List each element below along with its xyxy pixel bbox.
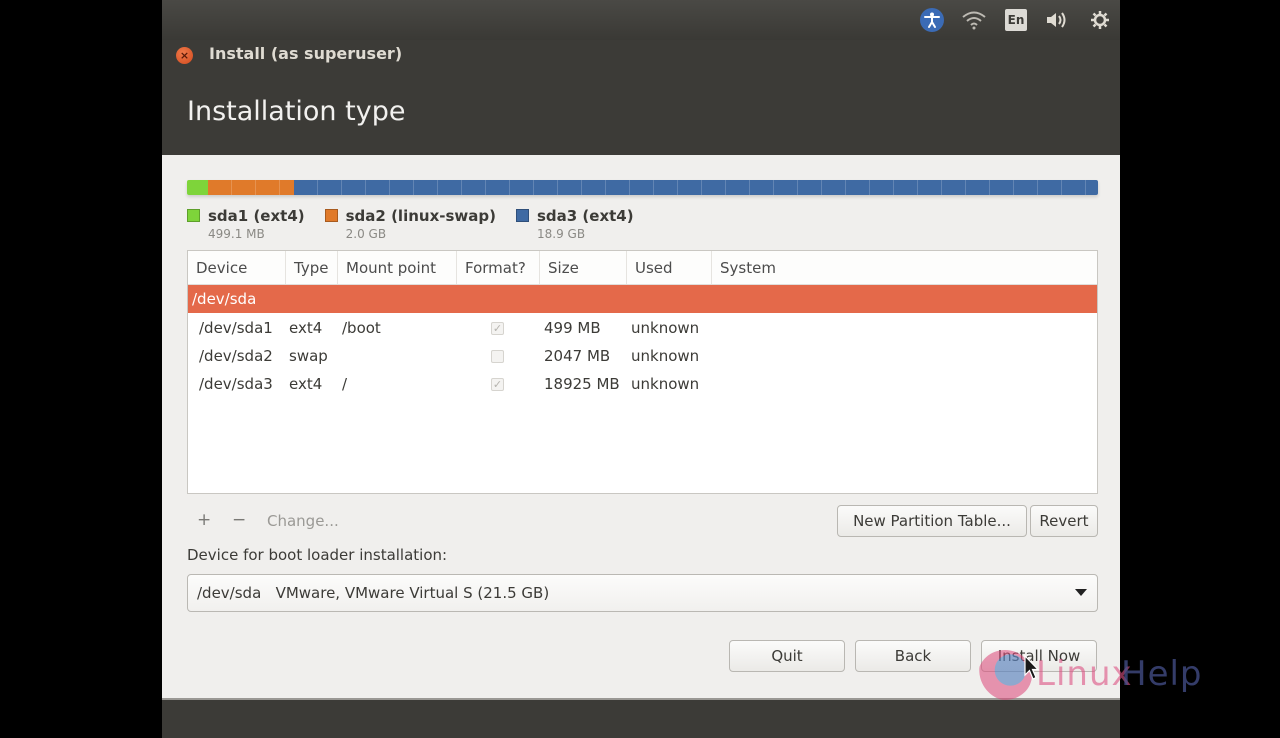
legend-swatch bbox=[324, 209, 338, 222]
legend-label: sda2 (linux-swap) bbox=[345, 207, 496, 225]
window-titlebar: × Install (as superuser) bbox=[162, 40, 1120, 70]
used-cell: unknown bbox=[631, 319, 700, 337]
window-bottom-strip bbox=[162, 698, 1120, 738]
page-title: Installation type bbox=[187, 96, 406, 127]
keyboard-layout-indicator[interactable]: En bbox=[1005, 9, 1027, 31]
partition-bar bbox=[187, 180, 1098, 195]
wifi-icon[interactable] bbox=[960, 8, 988, 32]
legend-swatch bbox=[187, 209, 200, 222]
device-cell: /dev/sda bbox=[192, 290, 257, 308]
type-cell: swap bbox=[289, 347, 328, 365]
column-header-mount-point[interactable]: Mount point bbox=[338, 251, 457, 284]
partition-legend: sda1 (ext4) 499.1 MB sda2 (linux-swap) 2… bbox=[187, 207, 654, 241]
add-partition-button[interactable]: + bbox=[197, 510, 211, 530]
legend-label: sda3 (ext4) bbox=[536, 207, 634, 225]
partition-segment-sda1 bbox=[187, 180, 208, 195]
table-row[interactable]: /dev/sda2 swap 2047 MB unknown bbox=[188, 342, 1097, 370]
legend-item: sda3 (ext4) 18.9 GB bbox=[515, 207, 634, 241]
close-icon[interactable]: × bbox=[176, 47, 193, 64]
legend-size: 499.1 MB bbox=[208, 227, 265, 241]
legend-swatch bbox=[515, 209, 529, 222]
table-row-disk[interactable]: /dev/sda bbox=[188, 285, 1097, 313]
bootloader-label: Device for boot loader installation: bbox=[187, 546, 448, 564]
partition-table[interactable]: Device Type Mount point Format? Size Use… bbox=[187, 250, 1098, 494]
partition-segment-sda2 bbox=[207, 180, 295, 195]
system-cell bbox=[712, 370, 1097, 398]
column-header-type[interactable]: Type bbox=[286, 251, 338, 284]
type-cell: ext4 bbox=[289, 319, 323, 337]
size-cell: 2047 MB bbox=[544, 347, 611, 365]
legend-item: sda1 (ext4) 499.1 MB bbox=[187, 207, 305, 241]
dropdown-arrow-icon bbox=[1075, 589, 1087, 596]
column-header-system[interactable]: System bbox=[712, 251, 1097, 284]
bootloader-device-select[interactable]: /dev/sda VMware, VMware Virtual S (21.5 … bbox=[187, 574, 1098, 612]
installer-content: sda1 (ext4) 499.1 MB sda2 (linux-swap) 2… bbox=[162, 155, 1120, 698]
accessibility-icon[interactable] bbox=[920, 8, 944, 32]
legend-size: 18.9 GB bbox=[536, 227, 586, 241]
top-panel: En bbox=[162, 0, 1120, 40]
remove-partition-button[interactable]: − bbox=[232, 510, 246, 530]
mount-cell bbox=[338, 342, 457, 370]
change-partition-button[interactable]: Change... bbox=[267, 512, 339, 530]
partition-toolbar: + − Change... New Partition Table... Rev… bbox=[187, 505, 1098, 537]
mount-cell: /boot bbox=[342, 319, 381, 337]
revert-button[interactable]: Revert bbox=[1030, 505, 1098, 537]
window-title: Install (as superuser) bbox=[209, 44, 403, 63]
legend-label: sda1 (ext4) bbox=[208, 207, 305, 225]
system-cell bbox=[712, 342, 1097, 370]
table-row[interactable]: /dev/sda3 ext4 / ✓ 18925 MB unknown bbox=[188, 370, 1097, 398]
type-cell: ext4 bbox=[289, 375, 323, 393]
size-cell: 18925 MB bbox=[544, 375, 620, 393]
used-cell: unknown bbox=[631, 375, 700, 393]
desktop-screen: En × Install (as superuser) Installation… bbox=[162, 0, 1120, 738]
device-cell: /dev/sda2 bbox=[199, 347, 273, 365]
used-cell: unknown bbox=[631, 347, 700, 365]
table-header: Device Type Mount point Format? Size Use… bbox=[188, 251, 1097, 285]
gear-icon[interactable] bbox=[1088, 8, 1112, 32]
quit-button[interactable]: Quit bbox=[729, 640, 845, 672]
size-cell: 499 MB bbox=[544, 319, 601, 337]
partition-segment-sda3 bbox=[294, 180, 1098, 195]
format-checkbox[interactable]: ✓ bbox=[491, 322, 504, 335]
column-header-format[interactable]: Format? bbox=[457, 251, 540, 284]
mount-cell: / bbox=[342, 375, 348, 393]
column-header-size[interactable]: Size bbox=[540, 251, 627, 284]
format-checkbox[interactable]: ✓ bbox=[491, 378, 504, 391]
bootloader-selected-value: /dev/sda VMware, VMware Virtual S (21.5 … bbox=[197, 584, 550, 602]
system-cell bbox=[712, 314, 1097, 342]
column-header-device[interactable]: Device bbox=[188, 251, 286, 284]
format-checkbox[interactable] bbox=[491, 350, 504, 363]
page-header: Installation type bbox=[162, 70, 1120, 155]
column-header-used[interactable]: Used bbox=[627, 251, 712, 284]
new-partition-table-button[interactable]: New Partition Table... bbox=[837, 505, 1027, 537]
table-row[interactable]: /dev/sda1 ext4 /boot ✓ 499 MB unknown bbox=[188, 314, 1097, 342]
mouse-cursor-icon bbox=[1024, 655, 1040, 680]
back-button[interactable]: Back bbox=[855, 640, 971, 672]
watermark-text-help: Help bbox=[1121, 654, 1203, 694]
legend-size: 2.0 GB bbox=[345, 227, 387, 241]
device-cell: /dev/sda3 bbox=[199, 375, 273, 393]
sound-icon[interactable] bbox=[1044, 8, 1072, 32]
device-cell: /dev/sda1 bbox=[199, 319, 273, 337]
legend-item: sda2 (linux-swap) 2.0 GB bbox=[324, 207, 496, 241]
